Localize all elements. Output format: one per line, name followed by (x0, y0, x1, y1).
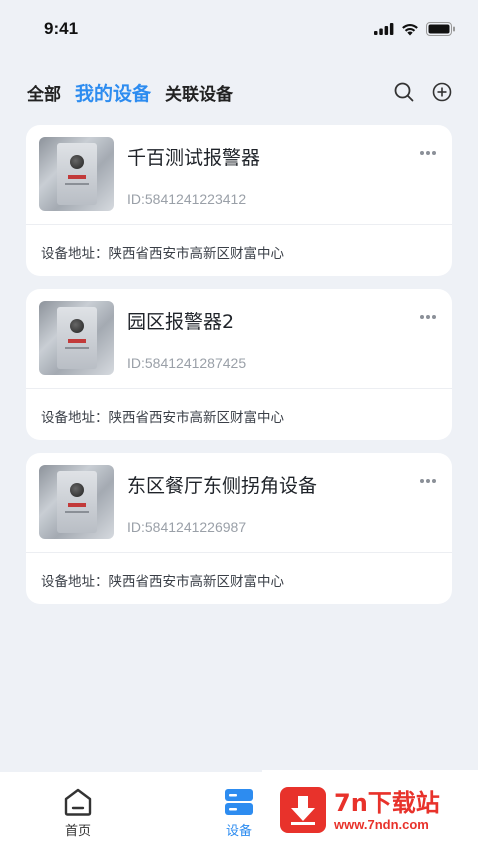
device-address: 设备地址：陕西省西安市高新区财富中心 (41, 242, 284, 262)
device-name: 千百测试报警器 (127, 147, 261, 169)
tab-devices[interactable]: 设备 (223, 788, 255, 839)
tab-home[interactable]: 首页 (62, 788, 94, 839)
device-card[interactable]: 千百测试报警器 ID:5841241223412 设备地址：陕西省西安市高新区财… (26, 125, 452, 276)
search-icon (394, 82, 414, 102)
device-panel-shape (57, 471, 97, 533)
device-label-shape (68, 503, 86, 507)
address-value: 陕西省西安市高新区财富中心 (108, 410, 285, 426)
address-label: 设备地址： (41, 246, 109, 262)
device-id: ID:5841241226987 (127, 519, 247, 535)
status-bar: 9:41 (0, 0, 478, 58)
device-address: 设备地址：陕西省西安市高新区财富中心 (41, 570, 284, 590)
device-panel-shape (57, 307, 97, 369)
add-circle-icon (432, 82, 452, 102)
device-line-shape (65, 347, 89, 349)
more-icon[interactable] (420, 477, 438, 485)
tab-linked-devices[interactable]: 关联设备 (165, 80, 233, 105)
add-device-button[interactable] (430, 80, 454, 104)
status-icons (374, 22, 456, 36)
home-icon (64, 788, 92, 816)
tab-devices-label: 设备 (225, 824, 252, 839)
devices-icon (225, 789, 253, 815)
tab-all[interactable]: 全部 (27, 80, 61, 105)
device-id: ID:5841241287425 (127, 355, 247, 371)
address-value: 陕西省西安市高新区财富中心 (108, 246, 285, 262)
watermark-badge: 7n下载站 www.7ndn.com (262, 770, 478, 850)
battery-icon (426, 22, 455, 36)
device-name: 东区餐厅东侧拐角设备 (127, 475, 318, 497)
signal-icon (374, 23, 394, 35)
device-button-shape (70, 319, 84, 333)
device-name: 园区报警器2 (127, 311, 235, 333)
device-card-header: 千百测试报警器 ID:5841241223412 (26, 125, 452, 225)
device-address: 设备地址：陕西省西安市高新区财富中心 (41, 406, 284, 426)
device-card[interactable]: 园区报警器2 ID:5841241287425 设备地址：陕西省西安市高新区财富… (26, 289, 452, 440)
address-label: 设备地址： (41, 574, 109, 590)
device-panel-shape (57, 143, 97, 205)
device-photo (39, 301, 114, 375)
more-icon[interactable] (420, 149, 438, 157)
watermark-title: 7n下载站 (334, 788, 440, 817)
device-photo (39, 465, 114, 539)
wifi-icon (402, 23, 418, 35)
device-id: ID:5841241223412 (127, 191, 247, 207)
device-line-shape (65, 511, 89, 513)
device-photo (39, 137, 114, 211)
device-line-shape (65, 183, 89, 185)
search-button[interactable] (392, 80, 416, 104)
tab-my-devices[interactable]: 我的设备 (75, 79, 151, 106)
watermark-url: www.7ndn.com (334, 816, 429, 832)
device-filter-tabs: 全部 我的设备 关联设备 (0, 72, 478, 112)
download-arrow-icon (280, 787, 326, 833)
device-list: 千百测试报警器 ID:5841241223412 设备地址：陕西省西安市高新区财… (26, 125, 452, 617)
device-label-shape (68, 175, 86, 179)
device-button-shape (70, 483, 84, 497)
address-label: 设备地址： (41, 410, 109, 426)
device-label-shape (68, 339, 86, 343)
device-card-header: 东区餐厅东侧拐角设备 ID:5841241226987 (26, 453, 452, 553)
tab-home-label: 首页 (64, 824, 91, 839)
watermark-text: 7n下载站 www.7ndn.com (334, 789, 440, 832)
address-value: 陕西省西安市高新区财富中心 (108, 574, 285, 590)
more-icon[interactable] (420, 313, 438, 321)
status-time: 9:41 (44, 19, 79, 38)
device-button-shape (70, 155, 84, 169)
device-card[interactable]: 东区餐厅东侧拐角设备 ID:5841241226987 设备地址：陕西省西安市高… (26, 453, 452, 604)
device-card-header: 园区报警器2 ID:5841241287425 (26, 289, 452, 389)
